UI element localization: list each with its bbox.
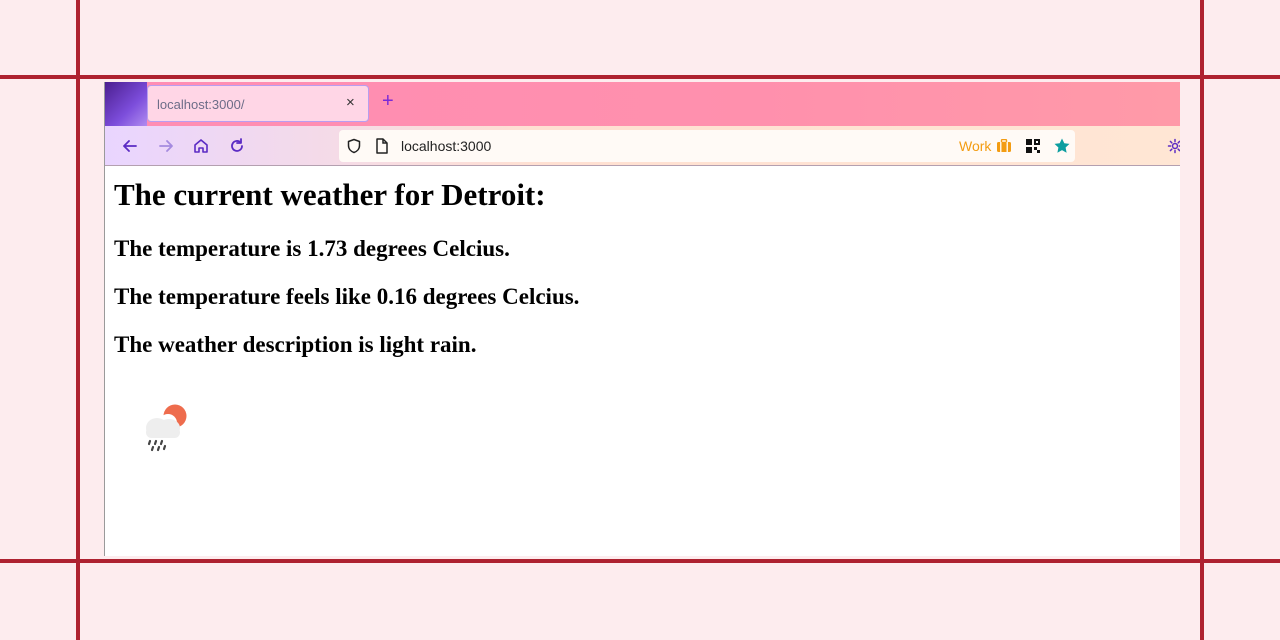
forward-button[interactable] — [155, 135, 177, 157]
page-content: The current weather for Detroit: The tem… — [114, 177, 1164, 358]
address-bar[interactable]: localhost:3000 Work — [339, 130, 1075, 162]
settings-gear-icon[interactable] — [1167, 138, 1180, 154]
frame-line-bottom — [0, 559, 1280, 563]
tab-bar: localhost:3000/ × + — [105, 82, 1180, 126]
container-label[interactable]: Work — [959, 138, 991, 154]
qr-code-icon[interactable] — [1025, 138, 1041, 154]
tab-bar-decoration — [105, 82, 147, 126]
temperature-text: The temperature is 1.73 degrees Celcius. — [114, 236, 510, 261]
frame-line-left — [76, 0, 80, 640]
bookmark-star-icon[interactable] — [1053, 137, 1071, 155]
forward-arrow-icon — [159, 140, 173, 152]
navigation-bar: localhost:3000 Work — [105, 126, 1180, 166]
tab-close-icon[interactable]: × — [346, 94, 355, 111]
tab-title: localhost:3000/ — [157, 97, 245, 112]
browser-window: localhost:3000/ × + localhost:3000 Work … — [104, 82, 1180, 556]
description-text: The weather description is light rain. — [114, 332, 477, 357]
shield-icon[interactable] — [346, 138, 362, 154]
reload-button[interactable] — [226, 135, 248, 157]
feels-like-text: The temperature feels like 0.16 degrees … — [114, 284, 580, 309]
weather-heading: The current weather for Detroit: — [114, 177, 546, 212]
home-button[interactable] — [190, 135, 212, 157]
back-arrow-icon — [123, 140, 137, 152]
home-icon — [194, 139, 208, 153]
url-text[interactable]: localhost:3000 — [401, 138, 491, 154]
new-tab-button[interactable]: + — [382, 90, 394, 113]
tab-localhost[interactable]: localhost:3000/ × — [147, 85, 369, 122]
back-button[interactable] — [119, 135, 141, 157]
page-icon[interactable] — [375, 138, 389, 154]
frame-line-right — [1200, 0, 1204, 640]
briefcase-icon[interactable] — [996, 139, 1012, 153]
reload-icon — [231, 138, 243, 152]
frame-line-top — [0, 75, 1280, 79]
light-rain-cloud-sun-icon — [146, 404, 187, 452]
